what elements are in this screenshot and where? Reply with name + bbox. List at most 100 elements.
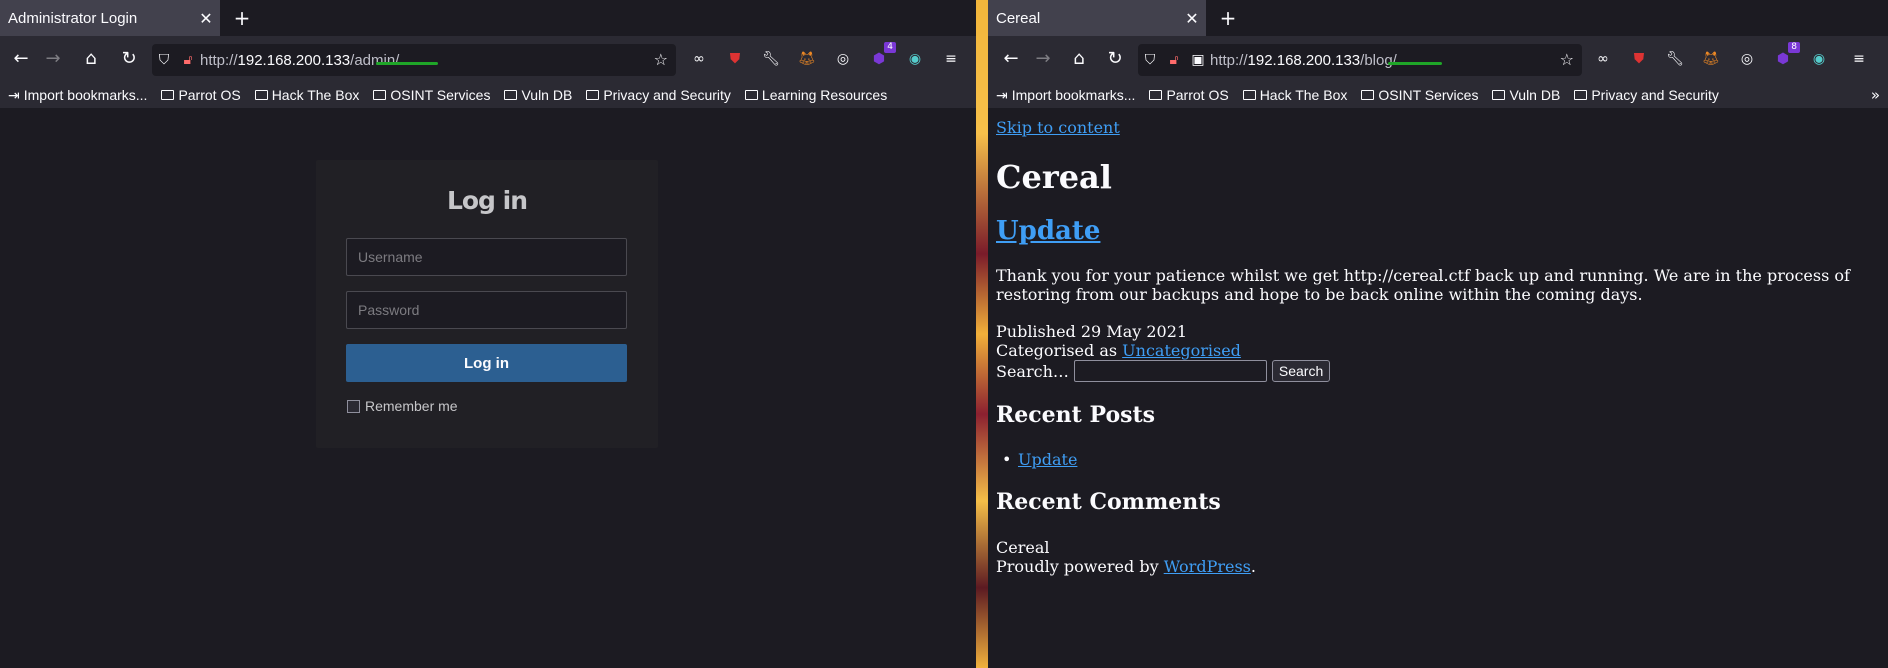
folder-icon: [1149, 90, 1163, 100]
page-info-icon[interactable]: ▣: [1186, 52, 1210, 68]
wappalyzer-icon[interactable]: ◉: [904, 48, 926, 70]
url-text[interactable]: http://192.168.200.133/admin/: [200, 52, 399, 69]
recent-posts-heading: Recent Posts: [996, 402, 1156, 428]
reload-icon[interactable]: ↻: [116, 46, 142, 72]
folder-icon: [586, 90, 600, 100]
extension-badge-icon[interactable]: ⬢ 4: [868, 42, 896, 70]
folder-icon: [373, 90, 387, 100]
folder-icon: [1492, 90, 1506, 100]
shield-icon[interactable]: ⛉: [152, 52, 176, 68]
url-highlight-underline: [376, 62, 438, 65]
tab-cereal[interactable]: Cereal ✕: [988, 0, 1206, 36]
desktop-wallpaper-strip: [976, 0, 988, 668]
url-highlight-underline: [1388, 62, 1442, 65]
ublock-icon[interactable]: ⛊: [724, 48, 746, 70]
remember-me[interactable]: Remember me: [347, 398, 458, 414]
nav-bar: ← → ⌂ ↻ ⛉ 🔓︎ http://192.168.200.133/admi…: [0, 36, 976, 82]
list-item: Update: [1002, 450, 1078, 469]
bookmark-folder[interactable]: Hack The Box: [1242, 87, 1347, 103]
ublock-icon[interactable]: ⛊: [1628, 48, 1650, 70]
folder-icon: [1242, 90, 1256, 100]
new-tab-icon[interactable]: +: [1216, 6, 1240, 30]
recent-post-link[interactable]: Update: [1018, 450, 1077, 469]
post-title-link[interactable]: Update: [996, 216, 1100, 246]
search-form: Search… Search: [996, 360, 1331, 382]
insecure-lock-icon[interactable]: 🔓︎: [176, 52, 200, 68]
private-mask-icon[interactable]: ∞: [1592, 48, 1614, 70]
recent-comments-heading: Recent Comments: [996, 489, 1221, 515]
extension-badge-icon[interactable]: ⬢ 8: [1772, 42, 1800, 70]
recent-posts-list: Update: [1002, 450, 1078, 469]
bookmark-folder[interactable]: Vuln DB: [504, 87, 572, 103]
bookmark-folder[interactable]: Hack The Box: [254, 87, 359, 103]
category-link[interactable]: Uncategorised: [1122, 341, 1241, 360]
wappalyzer-icon[interactable]: ◉: [1808, 48, 1830, 70]
close-icon[interactable]: ✕: [1178, 9, 1206, 28]
forward-icon[interactable]: →: [40, 46, 66, 72]
shield-icon[interactable]: ⛉: [1138, 52, 1162, 68]
tab-strip: Administrator Login ✕ +: [0, 0, 976, 36]
back-icon[interactable]: ←: [998, 46, 1024, 72]
menu-icon[interactable]: ≡: [1848, 48, 1870, 70]
footer-powered-by: Proudly powered by WordPress.: [996, 557, 1256, 576]
bookmark-folder[interactable]: Parrot OS: [161, 87, 241, 103]
remember-label: Remember me: [365, 398, 458, 414]
search-input[interactable]: [1073, 360, 1267, 382]
url-text[interactable]: http://192.168.200.133/blog/: [1210, 52, 1397, 69]
bookmark-import[interactable]: ⇥ Import bookmarks...: [8, 87, 147, 104]
cookie-icon[interactable]: ◎: [1736, 48, 1758, 70]
skip-to-content-link[interactable]: Skip to content: [996, 118, 1120, 137]
footer-site-name: Cereal: [996, 538, 1050, 557]
url-bar[interactable]: ⛉ 🔓︎ http://192.168.200.133/admin/ ☆: [152, 44, 676, 76]
folder-icon: [744, 90, 758, 100]
bookmark-folder[interactable]: Privacy and Security: [1574, 87, 1719, 103]
wordpress-link[interactable]: WordPress: [1164, 557, 1251, 576]
post-category: Categorised as Uncategorised: [996, 341, 1241, 360]
bookmark-folder[interactable]: Parrot OS: [1149, 87, 1229, 103]
private-mask-icon[interactable]: ∞: [688, 48, 710, 70]
home-icon[interactable]: ⌂: [1066, 46, 1092, 72]
login-form: Log in Log in Remember me: [316, 160, 658, 448]
bookmark-folder[interactable]: Privacy and Security: [586, 87, 731, 103]
bookmark-folder[interactable]: Vuln DB: [1492, 87, 1560, 103]
username-field[interactable]: [346, 238, 627, 276]
foxyproxy-icon[interactable]: 🦊︎: [796, 48, 818, 70]
url-bar[interactable]: ⛉ 🔓︎ ▣ http://192.168.200.133/blog/ ☆: [1138, 44, 1582, 76]
bookmark-folder[interactable]: OSINT Services: [1361, 87, 1478, 103]
post-body: Thank you for your patience whilst we ge…: [996, 266, 1850, 304]
star-icon[interactable]: ☆: [1560, 50, 1574, 69]
bookmark-folder[interactable]: OSINT Services: [373, 87, 490, 103]
folder-icon: [504, 90, 518, 100]
cookie-icon[interactable]: ◎: [832, 48, 854, 70]
home-icon[interactable]: ⌂: [78, 46, 104, 72]
chevron-more-icon[interactable]: »: [1871, 86, 1880, 104]
remember-checkbox[interactable]: [347, 399, 360, 413]
tab-strip: Cereal ✕ +: [988, 0, 1888, 36]
reload-icon[interactable]: ↻: [1102, 46, 1128, 72]
tab-title: Administrator Login: [8, 9, 138, 27]
star-icon[interactable]: ☆: [654, 50, 668, 69]
menu-icon[interactable]: ≡: [940, 48, 962, 70]
password-field[interactable]: [346, 291, 627, 329]
nav-bar: ← → ⌂ ↻ ⛉ 🔓︎ ▣ http://192.168.200.133/bl…: [988, 36, 1888, 82]
search-button[interactable]: Search: [1271, 360, 1331, 382]
bookmarks-bar: ⇥ Import bookmarks... Parrot OS Hack The…: [0, 82, 976, 108]
post-published-date: Published 29 May 2021: [996, 322, 1188, 341]
forward-icon[interactable]: →: [1030, 46, 1056, 72]
wrench-icon[interactable]: 🔧︎: [1664, 48, 1686, 70]
back-icon[interactable]: ←: [8, 46, 34, 72]
foxyproxy-icon[interactable]: 🦊︎: [1700, 48, 1722, 70]
folder-icon: [1574, 90, 1588, 100]
close-icon[interactable]: ✕: [192, 9, 220, 28]
tab-administrator-login[interactable]: Administrator Login ✕: [0, 0, 220, 36]
wrench-icon[interactable]: 🔧︎: [760, 48, 782, 70]
right-browser-window: Cereal ✕ + ← → ⌂ ↻ ⛉ 🔓︎ ▣ http://192.168…: [988, 0, 1888, 668]
bookmark-import[interactable]: ⇥ Import bookmarks...: [996, 87, 1135, 104]
search-label: Search…: [996, 361, 1069, 381]
login-button[interactable]: Log in: [346, 344, 627, 382]
new-tab-icon[interactable]: +: [230, 6, 254, 30]
folder-icon: [1361, 90, 1375, 100]
bookmark-folder[interactable]: Learning Resources: [744, 87, 887, 103]
insecure-lock-icon[interactable]: 🔓︎: [1162, 52, 1186, 68]
site-title: Cereal: [996, 158, 1112, 196]
